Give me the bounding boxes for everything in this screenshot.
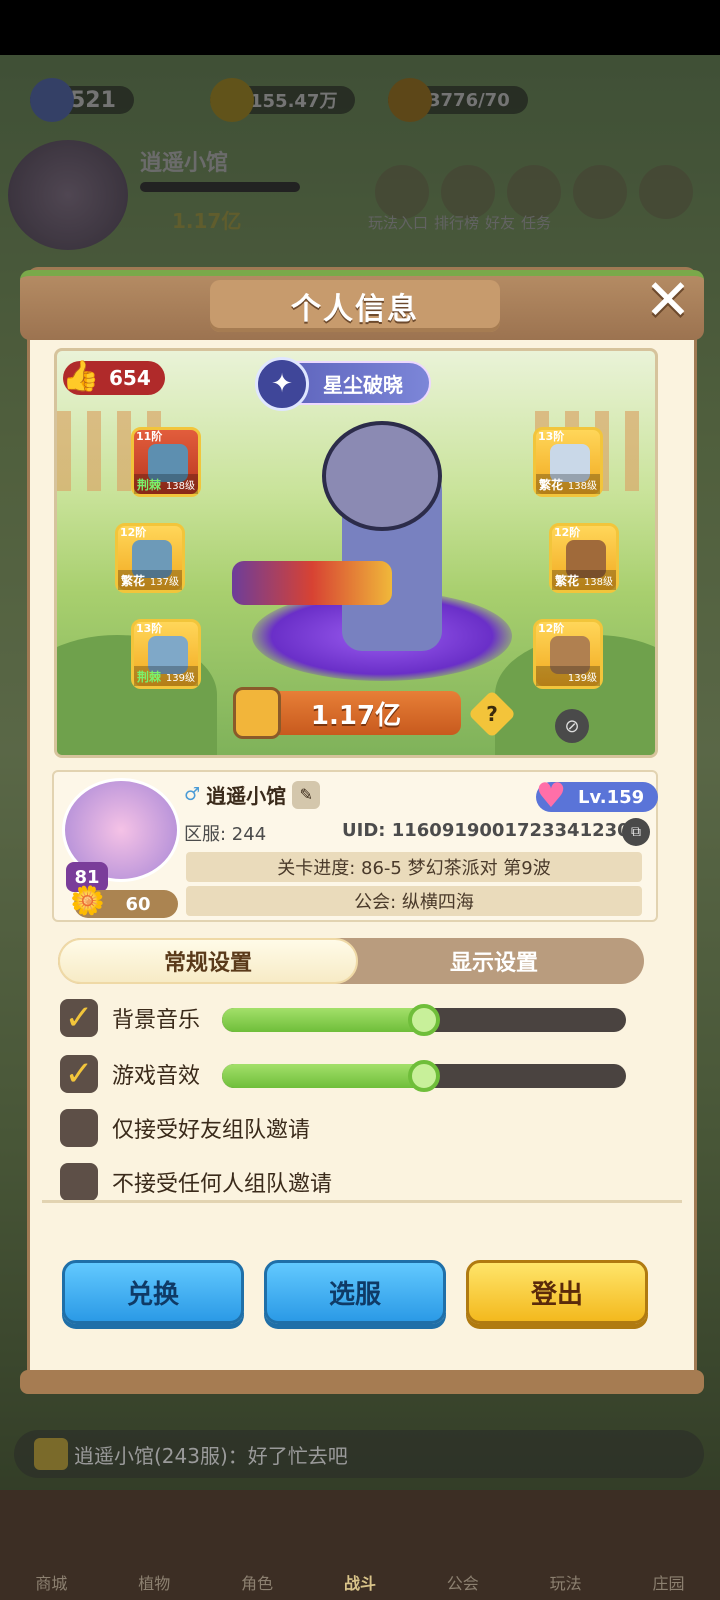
panel-title: 个人信息 xyxy=(291,292,419,327)
bgm-slider-fill xyxy=(222,1008,424,1032)
title-badge-text: 星尘破晓 xyxy=(323,372,403,397)
star-emblem-icon: ✦ xyxy=(255,357,309,411)
level-badge-text: Lv.159 xyxy=(578,786,645,808)
equipment-slot-5[interactable]: 12阶 繁花 138级 xyxy=(549,523,619,593)
uid-label: UID: 1160919001723341230 xyxy=(342,820,630,841)
redeem-button[interactable]: 兑换 xyxy=(62,1260,244,1324)
no-invites-checkbox[interactable] xyxy=(60,1163,98,1201)
nav-battle[interactable]: 战斗 xyxy=(315,1570,405,1594)
equipment-slot-6[interactable]: 12阶 139级 xyxy=(533,619,603,689)
no-invites-label: 不接受任何人组队邀请 xyxy=(112,1172,333,1197)
setting-no-invites: 不接受任何人组队邀请 xyxy=(60,1162,332,1202)
stage-progress: 关卡进度: 86-5 梦幻茶派对 第9波 xyxy=(186,852,642,882)
server-label: 区服: 244 xyxy=(184,824,267,845)
sfx-checkbox[interactable]: ✓ xyxy=(60,1054,98,1094)
sfx-volume-slider[interactable] xyxy=(222,1060,626,1092)
panel-title-plate: 个人信息 xyxy=(210,280,500,332)
chat-message: 逍遥小馆(243服)：好了忙去吧 xyxy=(74,1443,348,1468)
personal-info-panel: 个人信息 ✕ 👍 654 ✦ 星尘破晓 11阶 荆棘 138级 12阶 繁花 1… xyxy=(20,268,704,1394)
help-icon[interactable]: ? xyxy=(467,689,517,739)
sfx-slider-knob[interactable] xyxy=(408,1060,440,1092)
likes-value: 654 xyxy=(109,366,151,390)
likes-counter[interactable]: 👍 654 xyxy=(62,359,165,395)
title-badge[interactable]: ✦ 星尘破晓 xyxy=(255,357,431,411)
divider xyxy=(42,1200,682,1203)
nav-modes[interactable]: 玩法 xyxy=(521,1570,611,1594)
friends-only-label: 仅接受好友组队邀请 xyxy=(112,1118,311,1143)
combat-power-value: 1.17亿 xyxy=(310,700,402,731)
nav-manor[interactable]: 庄园 xyxy=(623,1570,713,1594)
settings-tabs: 显示设置 常规设置 xyxy=(58,938,644,984)
nav-guild[interactable]: 公会 xyxy=(418,1570,508,1594)
equipment-slot-3[interactable]: 13阶 荆棘 139级 xyxy=(131,619,201,689)
chat-icon xyxy=(34,1438,68,1470)
gatling-gun-weapon xyxy=(232,561,392,605)
hero-character xyxy=(232,421,532,711)
bgm-label: 背景音乐 xyxy=(112,1008,201,1033)
level-badge: ♥ Lv.159 xyxy=(536,776,659,816)
nav-plants[interactable]: 植物 xyxy=(109,1570,199,1594)
guild-label: 公会: 纵横四海 xyxy=(186,886,642,916)
equipment-slot-1[interactable]: 11阶 荆棘 138级 xyxy=(131,427,201,497)
equipment-slot-2[interactable]: 12阶 繁花 137级 xyxy=(115,523,185,593)
nav-shop[interactable]: 商城 xyxy=(6,1570,96,1594)
bottom-nav: 商城 植物 角色 战斗 公会 玩法 庄园 xyxy=(0,1490,720,1600)
edit-icon[interactable]: ✎ xyxy=(292,780,321,809)
thumbs-up-icon: 👍 xyxy=(62,358,100,394)
male-gender-icon: ♂ xyxy=(184,784,201,805)
flower-counter: 🌼 60 xyxy=(70,884,178,918)
hero-head xyxy=(322,421,442,531)
nav-character[interactable]: 角色 xyxy=(212,1570,302,1594)
friends-only-checkbox[interactable] xyxy=(60,1109,98,1147)
combat-power: 1.17亿 xyxy=(233,687,461,739)
power-key-icon xyxy=(233,687,281,739)
tab-display-settings[interactable]: 显示设置 xyxy=(344,938,644,984)
panel-header: 个人信息 ✕ xyxy=(20,268,704,340)
flower-value: 60 xyxy=(125,893,151,915)
select-server-button[interactable]: 选服 xyxy=(264,1260,446,1324)
player-info-card: 81 🌼 60 ♂ 逍遥小馆 ✎ ♥ Lv.159 区服: 244 UID: 1… xyxy=(52,770,659,922)
heart-icon: ♥ xyxy=(535,776,567,816)
flower-icon: 🌼 xyxy=(70,884,105,917)
player-name: 逍遥小馆 xyxy=(206,784,287,808)
panel-footer xyxy=(20,1370,704,1394)
character-showcase: 👍 654 ✦ 星尘破晓 11阶 荆棘 138级 12阶 繁花 137级 13阶… xyxy=(54,348,658,758)
bgm-volume-slider[interactable] xyxy=(222,1004,626,1036)
logout-button[interactable]: 登出 xyxy=(466,1260,648,1324)
sfx-slider-fill xyxy=(222,1064,424,1088)
equipment-slot-4[interactable]: 13阶 繁花 138级 xyxy=(533,427,603,497)
setting-sfx: ✓ 游戏音效 xyxy=(60,1054,200,1094)
sfx-label: 游戏音效 xyxy=(112,1064,201,1089)
setting-friends-only: 仅接受好友组队邀请 xyxy=(60,1108,310,1148)
tab-general-settings[interactable]: 常规设置 xyxy=(58,938,358,984)
setting-bgm: ✓ 背景音乐 xyxy=(60,998,200,1038)
chat-bar[interactable]: 逍遥小馆(243服)：好了忙去吧 xyxy=(14,1430,704,1478)
bgm-slider-knob[interactable] xyxy=(408,1004,440,1036)
copy-icon[interactable]: ⧉ xyxy=(622,818,650,846)
player-name-row: ♂ 逍遥小馆 ✎ xyxy=(184,780,321,809)
bgm-checkbox[interactable]: ✓ xyxy=(60,998,98,1038)
hide-eye-icon[interactable]: ⊘ xyxy=(555,709,589,743)
close-icon[interactable]: ✕ xyxy=(638,268,698,333)
